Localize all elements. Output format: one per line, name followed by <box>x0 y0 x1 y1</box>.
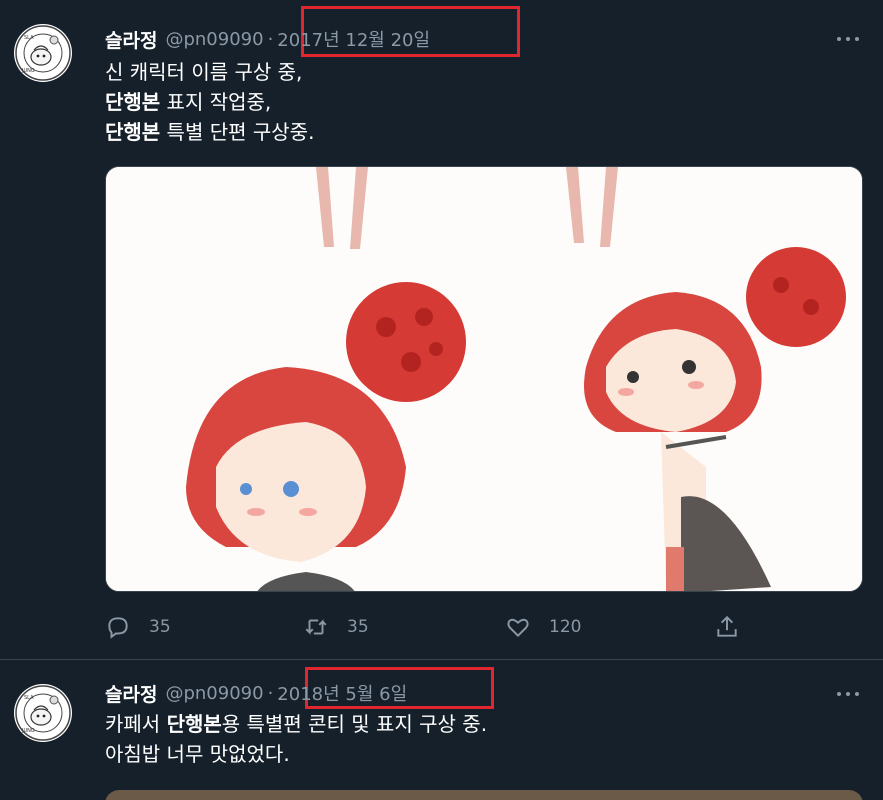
tweet-header: 슬라정 @pn09090 · 2018년 5월 6일 <box>105 678 407 708</box>
tweet-image[interactable] <box>105 790 863 800</box>
username[interactable]: @pn09090 <box>165 29 263 50</box>
retweet-button[interactable]: 35 <box>303 611 369 643</box>
avatar[interactable]: SLA JUNG <box>14 684 72 742</box>
tweet[interactable]: SLA JUNG 슬라정 @pn09090 · 2017년 12월 20일 신 … <box>0 0 883 660</box>
reply-icon <box>108 617 128 639</box>
retweet-icon <box>305 619 327 635</box>
tweet-line: 단행본 특별 단편 구상중. <box>105 120 315 144</box>
more-icon[interactable] <box>837 684 859 704</box>
tweet-actions: 35 35 120 <box>105 611 745 643</box>
separator: · <box>267 28 274 50</box>
separator: · <box>267 682 274 704</box>
tweet-line: 카페서 단행본용 특별편 콘티 및 표지 구상 중. <box>105 712 488 736</box>
avatar[interactable]: SLA JUNG <box>14 24 72 82</box>
username[interactable]: @pn09090 <box>165 683 263 704</box>
reply-button[interactable]: 35 <box>105 611 171 643</box>
like-icon <box>507 618 529 638</box>
reply-count: 35 <box>149 617 171 637</box>
like-count: 120 <box>549 617 582 637</box>
share-button[interactable] <box>714 611 740 643</box>
share-icon <box>717 615 737 637</box>
tweet-line: 신 캐릭터 이름 구상 중, <box>105 60 303 84</box>
tweet-text: 카페서 단행본용 특별편 콘티 및 표지 구상 중. 아침밥 너무 맛없었다. <box>105 709 487 769</box>
display-name[interactable]: 슬라정 <box>105 26 157 53</box>
more-icon[interactable] <box>837 29 859 49</box>
tweet-date[interactable]: 2017년 12월 20일 <box>277 26 430 52</box>
display-name[interactable]: 슬라정 <box>105 680 157 707</box>
tweet-line: 단행본 표지 작업중, <box>105 90 272 114</box>
svg-text:JUNG: JUNG <box>21 68 35 74</box>
tweet-date[interactable]: 2018년 5월 6일 <box>277 680 407 706</box>
tweet-text: 신 캐릭터 이름 구상 중, 단행본 표지 작업중, 단행본 특별 단편 구상중… <box>105 57 314 147</box>
tweet-image[interactable] <box>105 166 863 592</box>
retweet-count: 35 <box>347 617 369 637</box>
tweet-header: 슬라정 @pn09090 · 2017년 12월 20일 <box>105 24 430 54</box>
svg-text:JUNG: JUNG <box>21 728 35 734</box>
svg-text:SLA: SLA <box>24 35 34 41</box>
tweet[interactable]: SLA JUNG 슬라정 @pn09090 · 2018년 5월 6일 카페서 … <box>0 660 883 800</box>
svg-text:SLA: SLA <box>24 695 34 701</box>
tweet-line: 아침밥 너무 맛없었다. <box>105 742 290 766</box>
like-button[interactable]: 120 <box>505 611 581 643</box>
